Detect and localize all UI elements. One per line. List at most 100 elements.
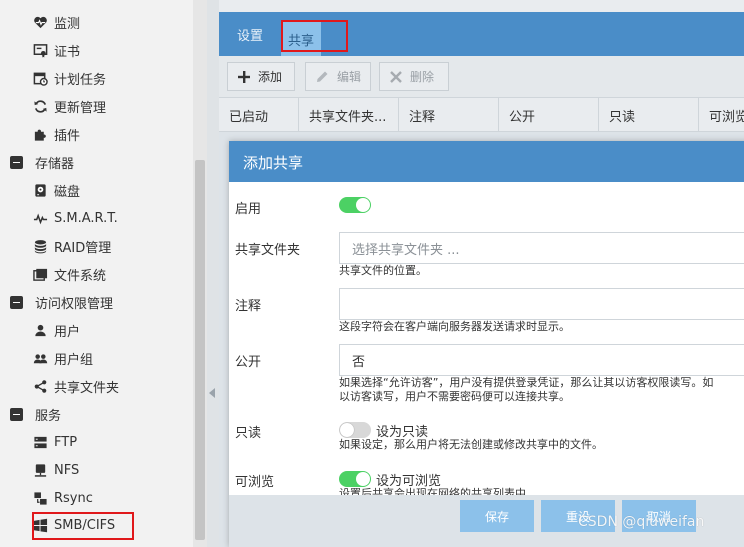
sidebar-item-label: RAID管理	[54, 240, 112, 256]
sidebar-item-label: 计划任务	[54, 72, 107, 88]
sidebar-collapse-handle[interactable]	[207, 0, 219, 547]
column-header-public[interactable]: 公开	[499, 98, 599, 132]
share-icon	[32, 378, 48, 394]
server-icon	[32, 434, 48, 450]
close-icon	[390, 70, 402, 83]
sidebar-item-label: 磁盘	[54, 184, 81, 200]
sidebar-item-plugins[interactable]: 插件	[32, 120, 80, 148]
sidebar-item-nfs[interactable]: NFS	[32, 456, 79, 484]
sidebar: 监测 证书 计划任务 更新管理 插件 存储器 磁盘 S.M.A.R.T. RAI…	[0, 0, 207, 547]
browseable-hint: 设置后共享会出现在网络的共享列表中	[339, 487, 526, 495]
readonly-label: 只读	[235, 426, 262, 441]
edit-button-label: 编辑	[337, 70, 362, 84]
shared-folder-select[interactable]: 选择共享文件夹 ...	[339, 232, 744, 264]
shared-folder-label: 共享文件夹	[235, 243, 301, 258]
collapse-minus-icon[interactable]	[8, 406, 24, 422]
grid-header: 已启动 共享文件夹... 注释 公开 只读 可浏览	[219, 98, 744, 132]
sidebar-item-filesystems[interactable]: 文件系统	[32, 260, 106, 288]
main-panel: 设置 共享 添加 编辑 删除 已启动 共享文件夹... 注释 公开 只读 可浏览	[219, 0, 744, 547]
sidebar-item-raid[interactable]: RAID管理	[32, 232, 111, 260]
sidebar-group-storage[interactable]: 存储器	[8, 148, 74, 176]
sidebar-item-smart[interactable]: S.M.A.R.T.	[32, 204, 118, 232]
add-button-label: 添加	[258, 70, 283, 84]
sidebar-group-label: 存储器	[35, 156, 75, 172]
sidebar-item-update-management[interactable]: 更新管理	[32, 92, 106, 120]
column-header-enabled[interactable]: 已启动	[219, 98, 299, 132]
sidebar-item-user-groups[interactable]: 用户组	[32, 344, 93, 372]
column-header-browseable[interactable]: 可浏览	[699, 98, 744, 132]
sidebar-group-access-rights[interactable]: 访问权限管理	[8, 288, 113, 316]
rsync-icon	[32, 490, 48, 506]
sidebar-item-ftp[interactable]: FTP	[32, 428, 77, 456]
sidebar-item-label: 证书	[54, 44, 81, 60]
certificate-icon	[32, 42, 48, 58]
public-select[interactable]: 否	[339, 344, 744, 376]
dialog-title: 添加共享	[243, 154, 304, 172]
comment-hint: 这段字符会在客户端向服务器发送请求时显示。	[339, 320, 570, 333]
sidebar-scrollbar-thumb[interactable]	[195, 160, 205, 540]
public-hint-line1: 如果选择“允许访客”，用户没有提供登录凭证，那么让其以访客权限读写。如	[339, 376, 714, 389]
puzzle-icon	[32, 126, 48, 142]
browseable-toggle[interactable]	[339, 471, 371, 487]
edit-button[interactable]: 编辑	[305, 62, 371, 91]
sidebar-item-label: 插件	[54, 128, 81, 144]
sidebar-item-label: S.M.A.R.T.	[54, 210, 118, 226]
column-header-shared-folder[interactable]: 共享文件夹...	[299, 98, 399, 132]
sidebar-item-label: 用户	[54, 324, 81, 340]
nfs-icon	[32, 462, 48, 478]
sidebar-item-certificates[interactable]: 证书	[32, 36, 80, 64]
users-icon	[32, 350, 48, 366]
sidebar-item-label: 更新管理	[54, 100, 107, 116]
highlight-box-smb-cifs	[32, 512, 134, 540]
collapse-minus-icon[interactable]	[8, 154, 24, 170]
database-icon	[32, 238, 48, 254]
public-hint-line2: 以访客读写，用户不需要密码便可以连接共享。	[339, 390, 570, 403]
sidebar-item-disks[interactable]: 磁盘	[32, 176, 80, 204]
sidebar-item-label: FTP	[54, 434, 78, 450]
comment-input[interactable]	[339, 288, 744, 320]
sidebar-item-label: 文件系统	[54, 268, 107, 284]
column-header-comment[interactable]: 注释	[399, 98, 499, 132]
sidebar-item-label: NFS	[54, 462, 80, 478]
plus-icon	[238, 70, 250, 83]
enable-label: 启用	[235, 202, 262, 217]
sidebar-item-label: 共享文件夹	[54, 380, 120, 396]
calendar-clock-icon	[32, 70, 48, 86]
comment-label: 注释	[235, 299, 262, 314]
tab-settings[interactable]: 设置	[227, 12, 273, 56]
delete-button-label: 删除	[410, 70, 435, 84]
readonly-hint: 如果设定，那么用户将无法创建或修改共享中的文件。	[339, 438, 603, 451]
dialog-body: 启用 共享文件夹 选择共享文件夹 ... 共享文件的位置。 注释 这段字符会在客…	[229, 182, 744, 495]
watermark: CSDN @qiuweifan	[578, 514, 705, 530]
sidebar-item-monitor[interactable]: 监测	[32, 8, 80, 36]
pencil-icon	[316, 70, 329, 83]
enable-toggle[interactable]	[339, 197, 371, 213]
sidebar-item-scheduled-tasks[interactable]: 计划任务	[32, 64, 106, 92]
user-icon	[32, 322, 48, 338]
pulse-icon	[32, 210, 48, 226]
delete-button[interactable]: 删除	[379, 62, 449, 91]
column-header-readonly[interactable]: 只读	[599, 98, 699, 132]
collapse-left-icon[interactable]	[209, 388, 215, 398]
collapse-minus-icon[interactable]	[8, 294, 24, 310]
sidebar-group-label: 服务	[35, 408, 62, 424]
top-strip	[219, 0, 744, 12]
add-button[interactable]: 添加	[227, 62, 295, 91]
sidebar-item-shared-folders[interactable]: 共享文件夹	[32, 372, 119, 400]
save-button[interactable]: 保存	[460, 500, 534, 532]
sidebar-scrollbar[interactable]	[193, 0, 207, 547]
sidebar-item-label: 用户组	[54, 352, 94, 368]
sidebar-item-label: 监测	[54, 16, 81, 32]
shared-folder-hint: 共享文件的位置。	[339, 264, 427, 277]
add-share-dialog: 添加共享 启用 共享文件夹 选择共享文件夹 ... 共享文件的位置。 注释 这段…	[229, 141, 744, 547]
sidebar-group-services[interactable]: 服务	[8, 400, 61, 428]
public-label: 公开	[235, 355, 262, 370]
sidebar-item-label: Rsync	[54, 490, 93, 506]
disk-icon	[32, 182, 48, 198]
sidebar-item-rsync[interactable]: Rsync	[32, 484, 93, 512]
dialog-header: 添加共享	[229, 141, 744, 182]
browseable-label: 可浏览	[235, 475, 275, 490]
highlight-box-share-tab	[281, 20, 348, 52]
sidebar-item-users[interactable]: 用户	[32, 316, 80, 344]
readonly-toggle[interactable]	[339, 422, 371, 438]
